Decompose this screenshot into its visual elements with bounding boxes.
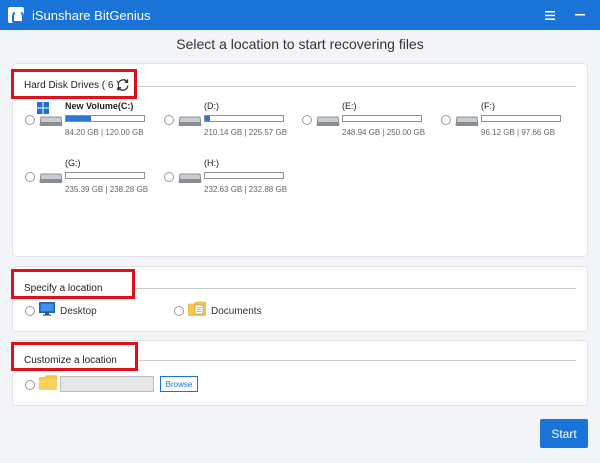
hard-drive-icon [178, 170, 202, 184]
menu-icon[interactable] [542, 7, 558, 23]
hard-drive-icon [39, 113, 63, 127]
section-divider [134, 288, 576, 289]
drive-usage-bar [342, 115, 422, 122]
start-button[interactable]: Start [540, 419, 588, 448]
drive-name: (G:) [65, 158, 81, 168]
drive-size: 96.12 GB | 97.66 GB [481, 128, 556, 137]
highlight-box [11, 269, 135, 299]
custom-path-input[interactable] [60, 376, 154, 392]
drive-radio[interactable] [164, 115, 174, 125]
drive-radio[interactable] [25, 172, 35, 182]
section-divider [136, 86, 576, 87]
minimize-icon[interactable] [572, 7, 588, 23]
page-title: Select a location to start recovering fi… [176, 36, 424, 52]
drive-usage-bar [65, 172, 145, 179]
drive-e[interactable]: (E:) 248.94 GB | 250.00 GB [302, 101, 437, 151]
title-bar: iSunshare BitGenius [0, 0, 600, 30]
browse-button[interactable]: Browse [160, 376, 198, 392]
drive-g[interactable]: (G:) 235.39 GB | 238.28 GB [25, 158, 160, 208]
drive-name: (H:) [204, 158, 219, 168]
drive-radio[interactable] [164, 172, 174, 182]
drive-usage-fill [205, 116, 211, 121]
location-desktop[interactable]: Desktop [25, 301, 97, 321]
section-divider [138, 360, 576, 361]
folder-icon [39, 375, 57, 395]
highlight-box [11, 342, 138, 371]
drive-size: 248.94 GB | 250.00 GB [342, 128, 426, 137]
hard-drive-icon [178, 113, 202, 127]
location-radio[interactable] [25, 306, 35, 316]
hard-drive-icon [316, 113, 340, 127]
drive-c[interactable]: New Volume(C:) 84.20 GB | 120.00 GB [25, 101, 160, 151]
drive-usage-bar [204, 115, 284, 122]
location-radio[interactable] [25, 380, 35, 390]
windows-logo-icon [37, 101, 49, 114]
drive-name: New Volume(C:) [65, 101, 134, 111]
location-radio[interactable] [174, 306, 184, 316]
drive-name: (D:) [204, 101, 219, 111]
drive-radio[interactable] [302, 115, 312, 125]
drive-usage-bar [65, 115, 145, 122]
drive-size: 210.14 GB | 225.57 GB [204, 128, 288, 137]
desktop-icon [39, 301, 55, 321]
drive-d[interactable]: (D:) 210.14 GB | 225.57 GB [164, 101, 299, 151]
drive-size: 84.20 GB | 120.00 GB [65, 128, 144, 137]
hard-drive-icon [455, 113, 479, 127]
drive-usage-bar [481, 115, 561, 122]
app-logo-icon [8, 7, 24, 23]
drive-usage-bar [204, 172, 284, 179]
drive-radio[interactable] [441, 115, 451, 125]
window-title: iSunshare BitGenius [32, 7, 151, 23]
drive-radio[interactable] [25, 115, 35, 125]
drive-size: 235.39 GB | 238.28 GB [65, 185, 149, 194]
drive-name: (E:) [342, 101, 357, 111]
hard-drive-icon [39, 170, 63, 184]
documents-icon [188, 301, 206, 321]
location-label: Documents [211, 305, 262, 317]
location-documents[interactable]: Documents [174, 301, 262, 321]
drive-h[interactable]: (H:) 232.63 GB | 232.88 GB [164, 158, 299, 208]
drive-f[interactable]: (F:) 96.12 GB | 97.66 GB [441, 101, 576, 151]
location-label: Desktop [60, 305, 97, 317]
custom-location[interactable] [25, 375, 57, 395]
drive-usage-fill [66, 116, 91, 121]
drive-size: 232.63 GB | 232.88 GB [204, 185, 288, 194]
drive-name: (F:) [481, 101, 495, 111]
highlight-box [11, 69, 137, 99]
